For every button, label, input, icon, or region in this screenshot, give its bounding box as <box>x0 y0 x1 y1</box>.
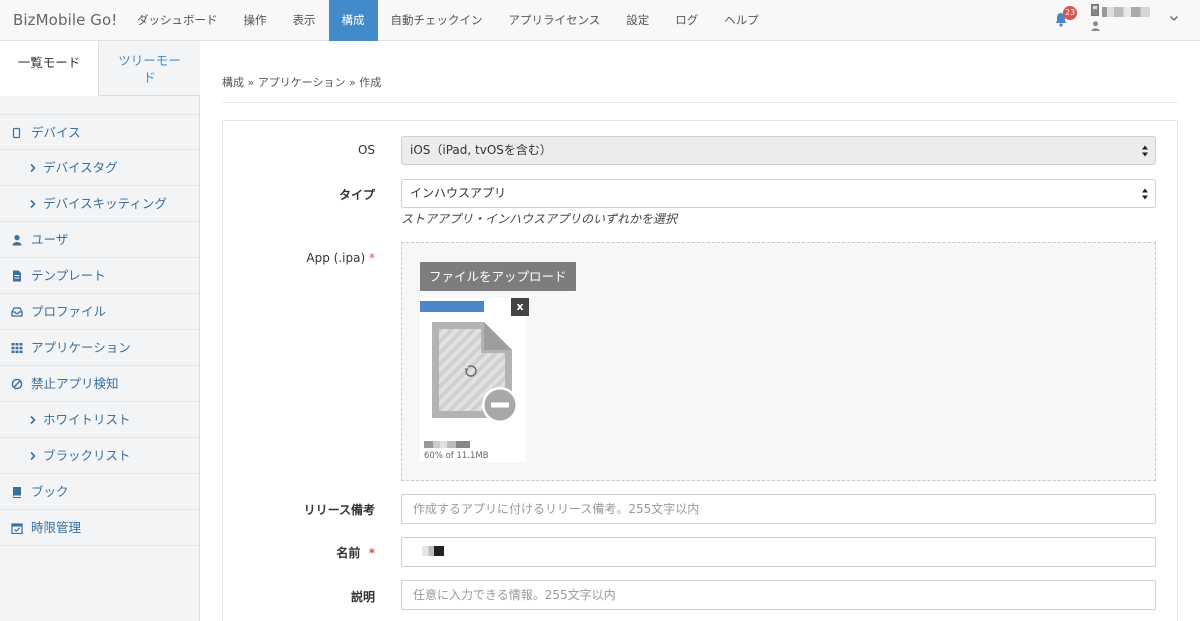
nav-item-dashboard[interactable]: ダッシュボード <box>124 0 231 41</box>
device-icon <box>12 127 21 139</box>
user-icon <box>12 235 22 246</box>
user-menu[interactable] <box>1090 4 1180 36</box>
app-ipa-label-text: App (.ipa) <box>306 251 366 265</box>
file-icon <box>13 270 21 282</box>
chevron-right-icon <box>30 451 36 461</box>
user-icon <box>1091 21 1100 31</box>
nav-item-view[interactable]: 表示 <box>280 0 329 41</box>
sidebar-item-label: デバイス <box>31 125 81 140</box>
sidebar-item-profiles[interactable]: プロファイル <box>0 294 199 330</box>
os-select[interactable]: iOS（iPad, tvOSを含む） <box>401 136 1156 165</box>
breadcrumb-divider <box>222 102 1178 103</box>
breadcrumb: 構成 » アプリケーション » 作成 <box>222 76 382 89</box>
tab-tree-mode[interactable]: ツリーモード <box>99 41 200 96</box>
os-label: OS <box>357 143 375 157</box>
file-dropzone[interactable]: ファイルをアップロード x 60% of 11.1MB <box>401 242 1156 481</box>
sidebar-item-users[interactable]: ユーザ <box>0 222 199 258</box>
book-icon <box>12 487 21 498</box>
grid-icon <box>11 343 23 354</box>
sidebar-menu: デバイス デバイスタグ デバイスキッティング ユーザ テンプレート プロファイル <box>0 114 199 546</box>
sidebar-item-applications[interactable]: アプリケーション <box>0 330 199 366</box>
chevron-right-icon <box>30 163 36 173</box>
sidebar-item-books[interactable]: ブック <box>0 474 199 510</box>
type-select[interactable]: インハウスアプリ <box>401 179 1156 208</box>
mode-tabs: 一覧モード ツリーモード <box>0 41 200 96</box>
brand-logo[interactable]: BizMobile Go! <box>13 0 117 41</box>
sidebar-item-label: アプリケーション <box>31 340 131 355</box>
sidebar-item-blacklist[interactable]: ブラックリスト <box>0 438 199 474</box>
select-arrows-icon <box>1142 145 1148 157</box>
sidebar: 一覧モード ツリーモード デバイス デバイスタグ デバイスキッティング ユーザ … <box>0 41 200 621</box>
account-name-redacted <box>1102 7 1150 17</box>
description-label: 説明 <box>350 590 375 604</box>
file-name-redacted <box>424 441 470 448</box>
nav-item-app-license[interactable]: アプリライセンス <box>496 0 614 41</box>
nav-item-auto-checkin[interactable]: 自動チェックイン <box>378 0 496 41</box>
top-navbar: BizMobile Go! ダッシュボード 操作 表示 構成 自動チェックイン … <box>0 0 1200 41</box>
sidebar-item-label: ユーザ <box>31 232 69 247</box>
sidebar-item-label: プロファイル <box>31 304 107 319</box>
sidebar-item-templates[interactable]: テンプレート <box>0 258 199 294</box>
sidebar-item-prohibited-apps[interactable]: 禁止アプリ検知 <box>0 366 199 402</box>
sidebar-item-label: ホワイトリスト <box>43 412 131 427</box>
release-note-label: リリース備考 <box>303 503 375 517</box>
file-unavailable-icon <box>432 322 518 423</box>
sidebar-item-whitelist[interactable]: ホワイトリスト <box>0 402 199 438</box>
sidebar-item-label: ブラックリスト <box>43 448 131 463</box>
type-label: タイプ <box>338 188 375 202</box>
type-select-value: インハウスアプリ <box>410 186 507 200</box>
main-nav: ダッシュボード 操作 表示 構成 自動チェックイン アプリライセンス 設定 ログ… <box>124 0 772 41</box>
name-value-redacted <box>422 546 444 556</box>
chevron-right-icon <box>30 415 36 425</box>
sidebar-item-devices[interactable]: デバイス <box>0 114 199 150</box>
select-arrows-icon <box>1142 188 1148 200</box>
sidebar-item-label: 禁止アプリ検知 <box>31 376 119 391</box>
nav-item-log[interactable]: ログ <box>662 0 711 41</box>
upload-progress-bar <box>420 301 484 312</box>
sidebar-item-label: デバイスタグ <box>43 160 118 175</box>
calendar-icon <box>11 523 23 534</box>
chevron-right-icon <box>30 199 36 209</box>
nav-item-help[interactable]: ヘルプ <box>711 0 772 41</box>
release-note-input[interactable]: 作成するアプリに付けるリリース備考。255文字以内 <box>401 494 1156 524</box>
notification-badge: 23 <box>1063 6 1078 20</box>
name-label: 名前 * <box>205 544 375 561</box>
sidebar-item-device-kitting[interactable]: デバイスキッティング <box>0 186 199 222</box>
required-mark: * <box>368 546 375 560</box>
sidebar-item-label: テンプレート <box>31 268 106 283</box>
nav-item-operation[interactable]: 操作 <box>231 0 280 41</box>
nav-item-configuration[interactable]: 構成 <box>328 0 378 41</box>
upload-file-button[interactable]: ファイルをアップロード <box>420 262 576 291</box>
sidebar-item-label: デバイスキッティング <box>43 196 167 211</box>
name-input[interactable] <box>401 537 1156 567</box>
sidebar-item-label: 時限管理 <box>31 520 82 535</box>
sidebar-item-time-management[interactable]: 時限管理 <box>0 510 199 546</box>
tab-list-mode[interactable]: 一覧モード <box>0 41 99 96</box>
app-ipa-label: App (.ipa) * <box>205 251 375 265</box>
sidebar-item-label: ブック <box>31 484 69 499</box>
os-select-value: iOS（iPad, tvOSを含む） <box>410 143 552 157</box>
chevron-down-icon[interactable] <box>1168 12 1180 24</box>
file-preview-card: x 60% of 11.1MB <box>420 298 529 462</box>
type-help-text: ストアアプリ・インハウスアプリのいずれかを選択 <box>401 212 678 226</box>
sidebar-item-device-tags[interactable]: デバイスタグ <box>0 150 199 186</box>
description-input[interactable]: 任意に入力できる情報。255文字以内 <box>401 580 1156 610</box>
upload-status-text: 60% of 11.1MB <box>424 451 489 461</box>
ban-icon <box>11 378 23 390</box>
name-label-text: 名前 <box>336 546 361 560</box>
nav-item-settings[interactable]: 設定 <box>613 0 662 41</box>
tenant-icon <box>1091 4 1099 16</box>
inbox-icon <box>11 307 23 317</box>
remove-file-button[interactable]: x <box>511 298 529 316</box>
required-mark: * <box>369 251 375 265</box>
